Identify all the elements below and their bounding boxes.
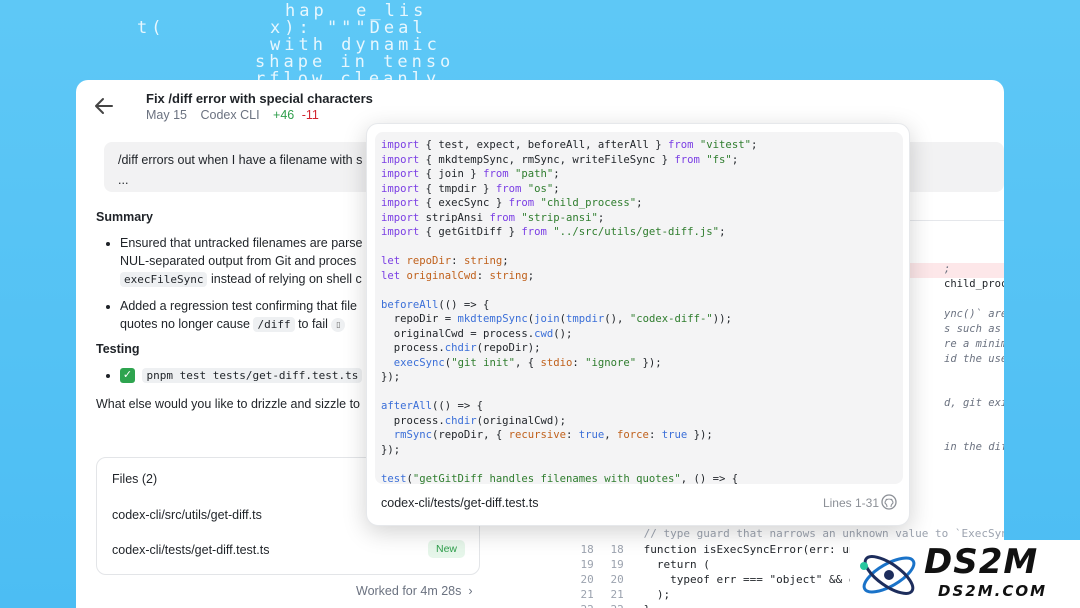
deletions-count: -11 — [301, 108, 319, 122]
chevron-right-icon: › — [464, 584, 473, 598]
file-preview-popover[interactable]: import { test, expect, beforeAll, afterA… — [366, 123, 910, 526]
new-line-number: 22 — [594, 603, 624, 608]
code-line: import { join } from "path"; — [381, 168, 560, 180]
summary-text: quotes no longer cause — [120, 317, 250, 331]
code-line: import { test, expect, beforeAll, afterA… — [381, 139, 758, 151]
diff-fragment: re a minimal in — [944, 338, 1004, 350]
background-code-glyphs: hap e_lis t( x): """Deal with dynamic sh… — [0, 0, 1080, 90]
code-preview: import { test, expect, beforeAll, afterA… — [375, 132, 903, 484]
atom-logo-icon — [860, 555, 916, 595]
popover-line-range: Lines 1-31 — [822, 496, 879, 510]
test-command: pnpm test tests/get-diff.test.ts — [142, 368, 363, 383]
logo-domain: DS2M.COM — [938, 582, 1048, 600]
diff-fragment: ync()` are `Err — [944, 308, 1004, 320]
code-line: import { mkdtempSync, rmSync, writeFileS… — [381, 153, 739, 166]
code-line: process.chdir(repoDir); — [381, 342, 541, 354]
check-icon: ✓ — [120, 368, 135, 384]
code-line: rmSync(repoDir, { recursive: true, force… — [393, 429, 713, 441]
diff-fragment: d, git exits wi — [944, 397, 1004, 409]
file-item[interactable]: codex-cli/tests/get-diff.test.ts — [112, 543, 269, 557]
diff-fragment: s such as `stat — [944, 323, 1001, 335]
code-line: import { getGitDiff } from "../src/utils… — [381, 226, 726, 238]
task-date: May 15 — [146, 108, 187, 122]
code-line: }); — [381, 371, 401, 383]
code-line: import { execSync } from "child_process"… — [381, 197, 643, 209]
diff-fragment: child_process"; — [944, 278, 1004, 290]
code-line: originalCwd = process.cwd(); — [381, 327, 573, 340]
diff-fragment: ; — [944, 263, 951, 275]
inline-code: /diff — [253, 317, 295, 332]
diff-fragment: in the diff out — [944, 441, 1004, 453]
files-title: Files (2) — [112, 472, 158, 486]
summary-text: Added a regression test confirming that … — [120, 299, 357, 313]
code-line: }); — [381, 443, 401, 456]
diff-fragment: id the use of ` — [944, 353, 1004, 365]
code-line: let originalCwd: string; — [381, 269, 535, 282]
task-meta: May 15 Codex CLI +46 -11 — [146, 108, 329, 122]
task-title: Fix /diff error with special characters — [146, 91, 373, 106]
popover-file-path[interactable]: codex-cli/tests/get-diff.test.ts — [381, 496, 538, 510]
worked-duration[interactable]: Worked for 4m 28s › — [356, 584, 473, 598]
code-line: let repoDir: string; — [381, 255, 509, 267]
code-line: repoDir = mkdtempSync(join(tmpdir(), "co… — [381, 313, 732, 325]
additions-count: +46 — [273, 108, 295, 122]
back-arrow-icon[interactable] — [92, 94, 116, 118]
new-badge: New — [427, 540, 465, 558]
file-item[interactable]: codex-cli/src/utils/get-diff.ts — [112, 508, 262, 522]
ds2m-logo: DS2M DS2M.COM — [850, 540, 1080, 608]
code-line: process.chdir(originalCwd); — [381, 414, 566, 427]
summary-text: to fail — [298, 317, 328, 331]
summary-text: instead of relying on shell c — [210, 272, 362, 286]
inline-code: execFileSync — [120, 272, 208, 287]
summary-text: NUL-separated output from Git and proces — [120, 254, 357, 268]
code-line: afterAll(() => { — [381, 400, 484, 412]
github-icon[interactable] — [881, 494, 897, 510]
code-line: execSync("git init", { stdio: "ignore" }… — [393, 356, 662, 369]
bg-glyph-line: t( — [137, 18, 166, 38]
code-line: import stripAnsi from "strip-ansi"; — [381, 211, 605, 224]
summary-text: Ensured that untracked filenames are par… — [120, 236, 363, 250]
code-line: test("getGitDiff handles filenames with … — [381, 472, 739, 485]
diff-code: } — [644, 603, 651, 608]
logo-wordmark: DS2M — [924, 542, 1039, 582]
code-line: import { tmpdir } from "os"; — [381, 182, 560, 195]
citation-icon[interactable]: ▯ — [331, 317, 346, 332]
worked-label: Worked for 4m 28s — [356, 584, 462, 598]
old-line-number: 22 — [564, 603, 594, 608]
code-line: beforeAll(() => { — [381, 298, 490, 311]
task-source: Codex CLI — [200, 108, 260, 122]
